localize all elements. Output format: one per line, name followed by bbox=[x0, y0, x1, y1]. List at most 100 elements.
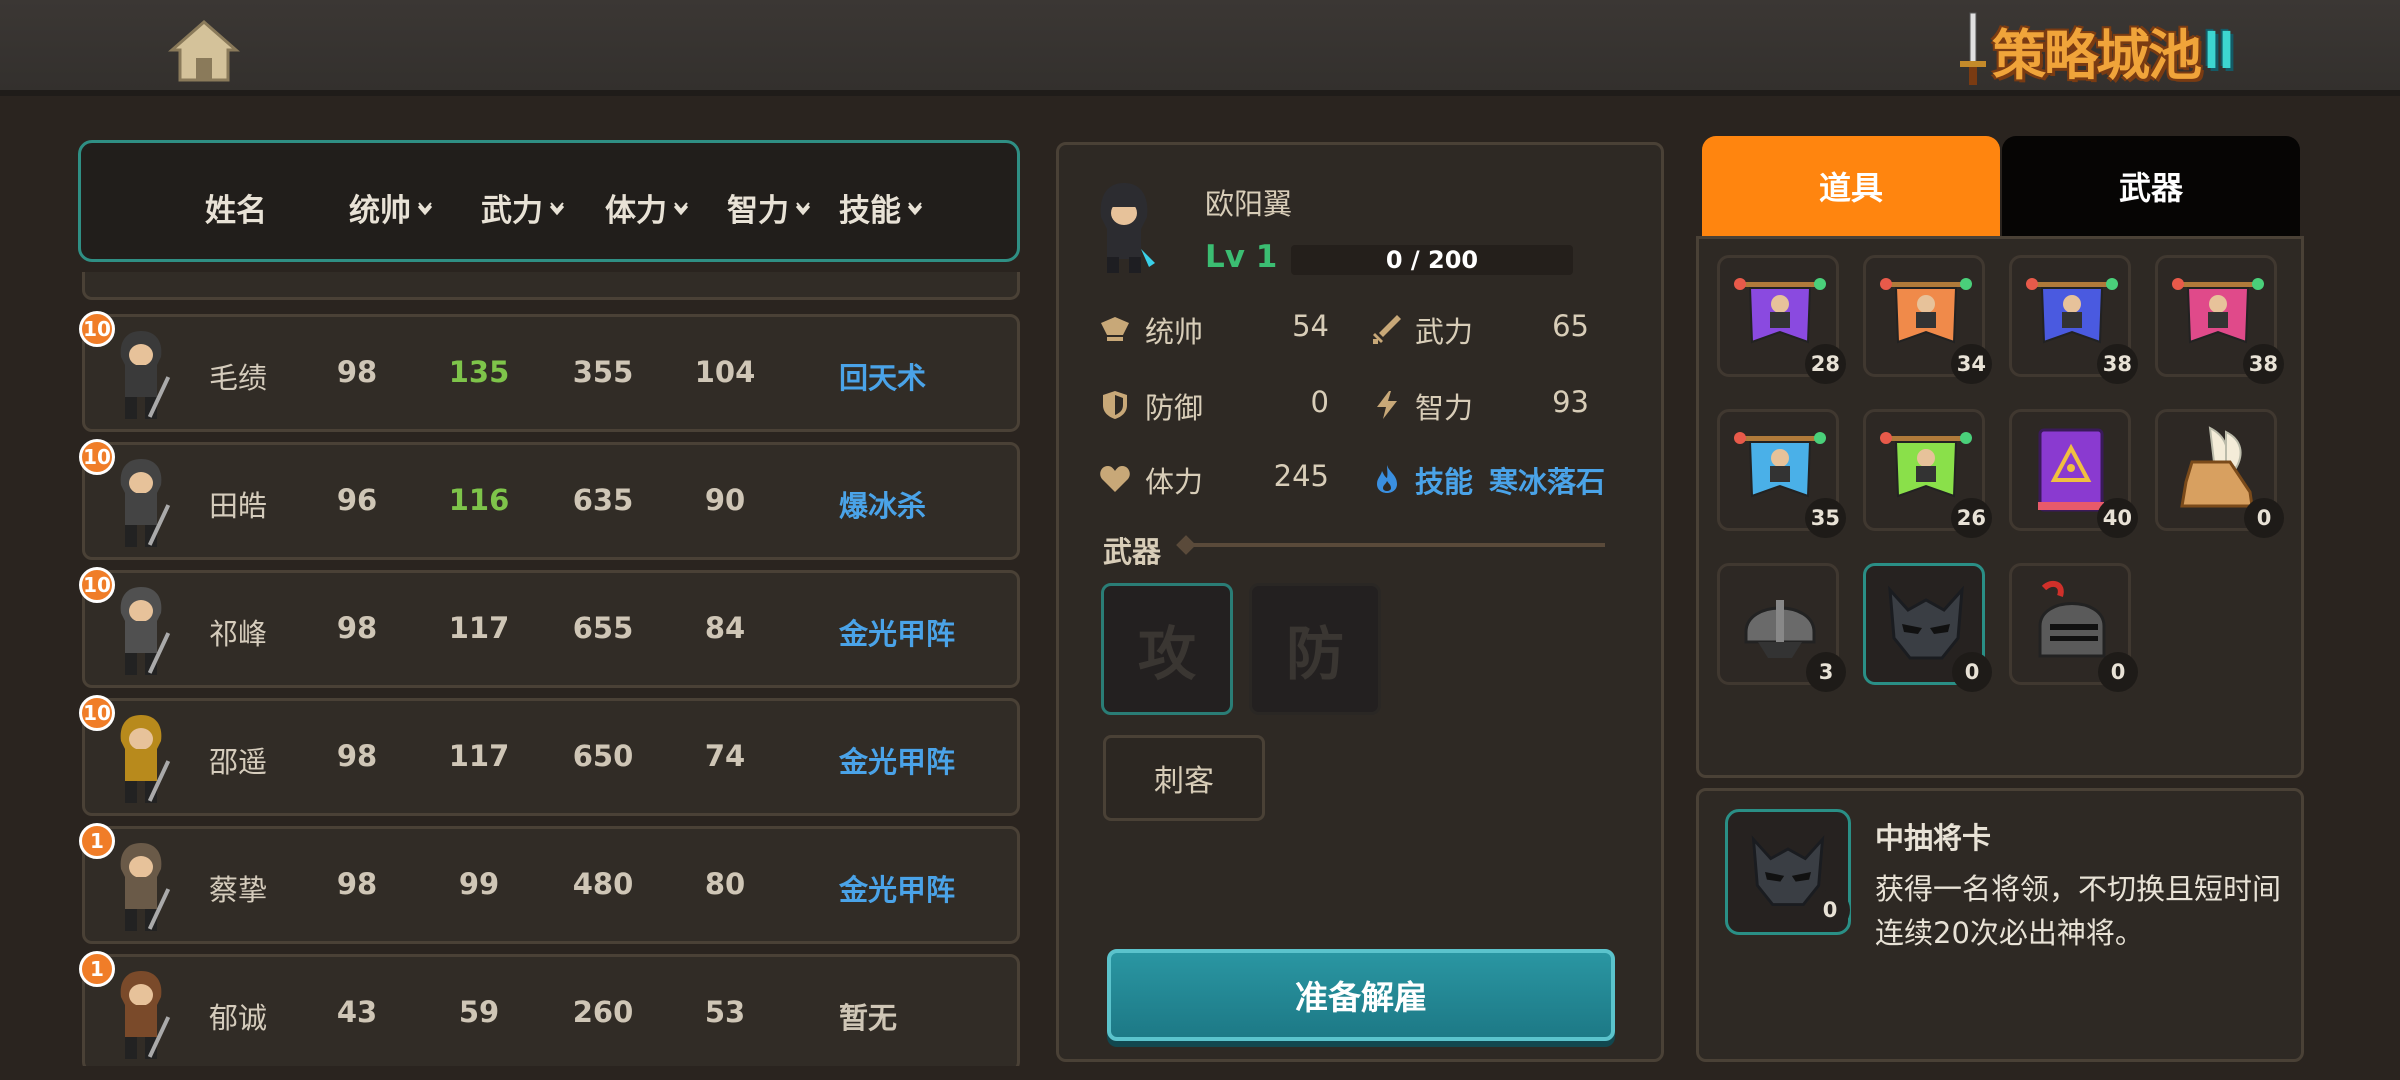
general-level: Lv 1 bbox=[1205, 239, 1278, 275]
stat-intel-value: 93 bbox=[1552, 385, 1589, 419]
stat-stamina-value: 245 bbox=[1273, 459, 1329, 493]
item-quantity: 38 bbox=[2096, 344, 2138, 384]
header-stamina-sort[interactable]: 体力 bbox=[605, 185, 689, 230]
inventory-item[interactable]: 0 bbox=[2155, 409, 2284, 538]
stat-force: 117 bbox=[448, 611, 510, 645]
inventory-item[interactable]: 28 bbox=[1717, 255, 1846, 384]
list-header: 姓名 统帅 武力 体力 智力 技能 bbox=[78, 140, 1020, 262]
header-skill-sort[interactable]: 技能 bbox=[839, 185, 923, 230]
xp-progress-bar: 0 / 200 bbox=[1291, 245, 1573, 275]
divider bbox=[1185, 543, 1605, 547]
stat-lead-label: 统帅 bbox=[1145, 315, 1204, 349]
stat-stamina: 635 bbox=[572, 483, 634, 517]
header-name[interactable]: 姓名 bbox=[205, 185, 267, 230]
logo-number: II bbox=[2204, 20, 2235, 80]
item-quantity: 34 bbox=[1950, 344, 1992, 384]
lightning-icon bbox=[1377, 391, 1397, 419]
stat-stamina-label: 体力 bbox=[1145, 465, 1204, 499]
item-title: 中抽将卡 bbox=[1875, 821, 1992, 855]
stat-stamina: 655 bbox=[572, 611, 634, 645]
stat-stamina: 650 bbox=[572, 739, 634, 773]
general-avatar-icon bbox=[120, 587, 171, 675]
table-row[interactable]: 10 邵遥 98 117 650 74 金光甲阵 bbox=[79, 695, 1020, 816]
home-icon bbox=[168, 20, 240, 82]
skill-name: 金光甲阵 bbox=[839, 873, 956, 907]
logo-text: 策略城池 bbox=[1992, 25, 2202, 86]
level-badge: 10 bbox=[79, 695, 115, 731]
general-name: 祁峰 bbox=[209, 617, 268, 651]
tab-weapons[interactable]: 武器 bbox=[2002, 136, 2300, 236]
general-name: 蔡挚 bbox=[209, 873, 268, 907]
stat-intel: 80 bbox=[704, 867, 746, 901]
stat-lead: 98 bbox=[336, 739, 378, 773]
class-button[interactable]: 刺客 bbox=[1103, 735, 1265, 821]
table-row[interactable]: 10 祁峰 98 117 655 84 金光甲阵 bbox=[79, 567, 1020, 688]
tab-items[interactable]: 道具 bbox=[1702, 136, 2000, 236]
heart-icon bbox=[1100, 466, 1130, 492]
stat-stamina: 355 bbox=[572, 355, 634, 389]
chevron-down-icon bbox=[795, 202, 811, 216]
stat-intel: 104 bbox=[694, 355, 756, 389]
inventory-grid: 28 34 38 38 35 26 40 0 3 0 0 bbox=[1696, 236, 2304, 778]
item-description-panel: 0 中抽将卡 获得一名将领，不切换且短时间连续20次必出神将。 bbox=[1696, 788, 2304, 1062]
level-badge: 10 bbox=[79, 567, 115, 603]
stat-lead: 96 bbox=[336, 483, 378, 517]
skill-name: 爆冰杀 bbox=[839, 489, 927, 523]
inventory-item[interactable]: 34 bbox=[1863, 255, 1992, 384]
stat-intel: 74 bbox=[704, 739, 746, 773]
inventory-item[interactable]: 40 bbox=[2009, 409, 2138, 538]
skill-name: 回天术 bbox=[839, 361, 927, 395]
stat-force: 135 bbox=[448, 355, 510, 389]
skill-name: 金光甲阵 bbox=[839, 745, 956, 779]
stat-force: 116 bbox=[448, 483, 510, 517]
inventory-item[interactable]: 0 bbox=[2009, 563, 2138, 692]
inventory-item[interactable]: 3 bbox=[1717, 563, 1846, 692]
inventory-item[interactable]: 35 bbox=[1717, 409, 1846, 538]
shield-icon bbox=[1103, 391, 1127, 419]
stat-lead: 98 bbox=[336, 867, 378, 901]
stat-force: 59 bbox=[458, 995, 500, 1029]
table-row-partial[interactable] bbox=[82, 272, 1020, 300]
general-list[interactable]: 10 毛绩 98 135 355 104 回天术 10 田皓 96 116 635 90 爆冰杀 10 祁… bbox=[78, 272, 1022, 1066]
stat-skill-value[interactable]: 寒冰落石 bbox=[1489, 459, 1605, 501]
inventory-item[interactable]: 38 bbox=[2155, 255, 2284, 384]
item-quantity: 0 bbox=[1952, 652, 1992, 692]
item-quantity: 0 bbox=[2098, 652, 2138, 692]
general-portrait-icon bbox=[1100, 183, 1155, 273]
home-button[interactable] bbox=[168, 18, 240, 84]
sword-icon bbox=[1960, 12, 1986, 85]
stat-intel: 84 bbox=[704, 611, 746, 645]
defense-weapon-slot[interactable]: 防 bbox=[1249, 583, 1381, 715]
skill-name: 金光甲阵 bbox=[839, 617, 956, 651]
table-row[interactable]: 1 蔡挚 98 99 480 80 金光甲阵 bbox=[79, 823, 1020, 944]
general-avatar-icon bbox=[120, 843, 171, 931]
table-row[interactable]: 10 毛绩 98 135 355 104 回天术 bbox=[79, 311, 1020, 432]
header-lead-sort[interactable]: 统帅 bbox=[349, 185, 433, 230]
inventory-item[interactable]: 0 bbox=[1863, 563, 1992, 692]
selected-item-qty: 0 bbox=[1810, 890, 1850, 930]
stat-intel: 53 bbox=[704, 995, 746, 1029]
dismiss-button[interactable]: 准备解雇 bbox=[1107, 949, 1615, 1041]
selected-item-icon: 0 bbox=[1725, 809, 1851, 935]
crown-icon bbox=[1101, 317, 1129, 341]
attack-weapon-slot[interactable]: 攻 bbox=[1101, 583, 1233, 715]
general-avatar-icon bbox=[120, 715, 171, 803]
header-force-sort[interactable]: 武力 bbox=[481, 185, 565, 230]
general-name: 邵遥 bbox=[209, 745, 268, 779]
general-avatar-icon bbox=[120, 971, 171, 1059]
inventory-item[interactable]: 26 bbox=[1863, 409, 1992, 538]
chevron-down-icon bbox=[907, 202, 923, 216]
level-badge: 10 bbox=[79, 439, 115, 475]
table-row[interactable]: 10 田皓 96 116 635 90 爆冰杀 bbox=[79, 439, 1020, 560]
level-badge: 10 bbox=[79, 311, 115, 347]
header-intel-sort[interactable]: 智力 bbox=[727, 185, 811, 230]
skill-name: 暂无 bbox=[839, 1001, 898, 1035]
table-row[interactable]: 1 郁诚 43 59 260 53 暂无 bbox=[79, 951, 1020, 1066]
top-bar: 策略城池 II bbox=[0, 0, 2400, 96]
stat-force: 117 bbox=[448, 739, 510, 773]
general-name: 毛绩 bbox=[209, 361, 268, 395]
item-quantity: 38 bbox=[2242, 344, 2284, 384]
general-name: 郁诚 bbox=[209, 1001, 268, 1035]
inventory-item[interactable]: 38 bbox=[2009, 255, 2138, 384]
stat-stamina: 260 bbox=[572, 995, 634, 1029]
